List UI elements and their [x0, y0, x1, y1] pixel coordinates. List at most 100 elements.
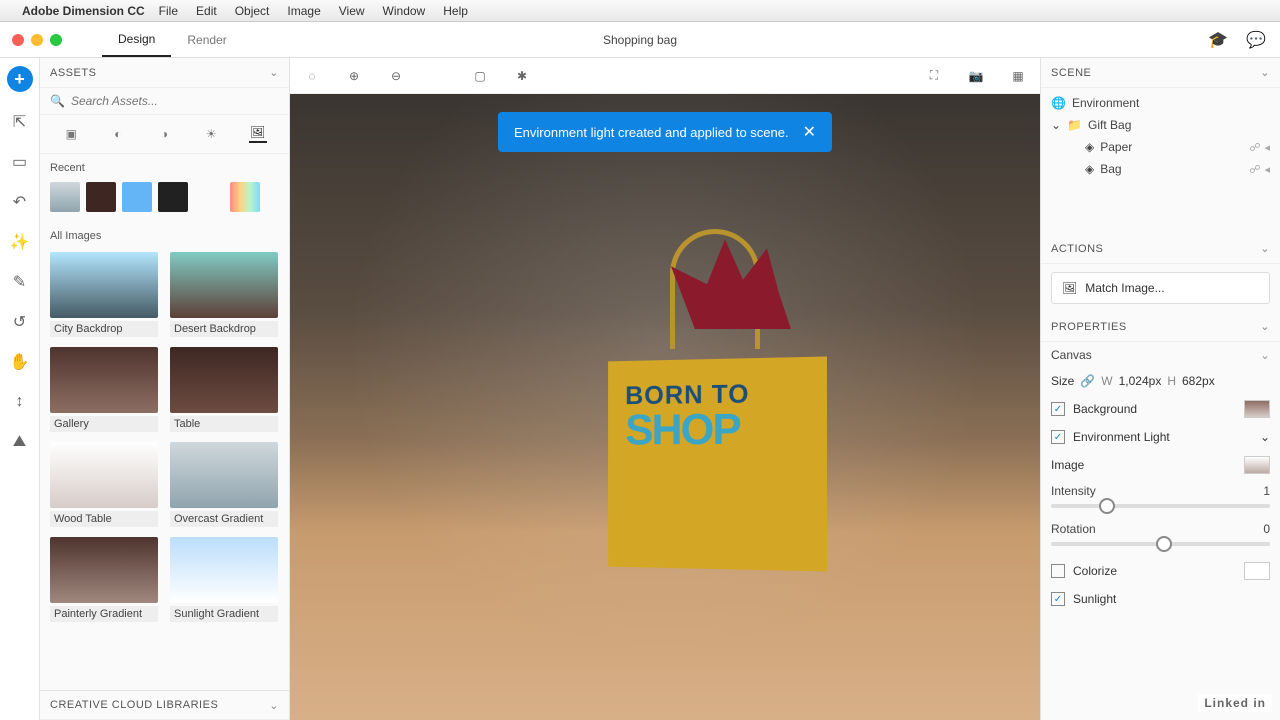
zoom-window[interactable] — [50, 34, 62, 46]
close-window[interactable] — [12, 34, 24, 46]
properties-header-label: Properties — [1051, 321, 1127, 333]
select-mode-icon[interactable]: ◌ — [302, 66, 322, 86]
assets-search[interactable]: 🔍 — [40, 88, 289, 115]
scene-item-environment[interactable]: 🌐 Environment — [1041, 92, 1280, 114]
marquee-tool-icon[interactable]: ▭ — [10, 152, 30, 172]
shopping-bag-model[interactable]: BORN TO SHOP — [605, 269, 825, 569]
menu-edit[interactable]: Edit — [196, 4, 217, 18]
env-image-swatch[interactable] — [1244, 456, 1270, 474]
chevron-down-icon[interactable]: ⌄ — [1260, 320, 1270, 333]
feedback-icon[interactable]: 💬 — [1246, 30, 1266, 50]
materials-tab-icon[interactable]: ◐ — [109, 125, 127, 143]
scene-item-giftbag[interactable]: ⌄ 📁 Gift Bag — [1041, 114, 1280, 136]
rotation-slider[interactable] — [1051, 542, 1270, 546]
chevron-down-icon[interactable]: ⌄ — [269, 66, 279, 79]
chevron-down-icon[interactable]: ⌄ — [1260, 430, 1270, 444]
recent-thumb[interactable] — [50, 182, 80, 212]
cc-libraries-header[interactable]: Creative Cloud Libraries ⌄ — [40, 690, 289, 720]
intensity-slider[interactable] — [1051, 504, 1270, 508]
recent-thumb[interactable] — [158, 182, 188, 212]
sun-tab-icon[interactable]: ☀ — [202, 125, 220, 143]
camera-frame-icon[interactable]: ▢ — [470, 66, 490, 86]
canvas-row[interactable]: Canvas ⌄ — [1041, 342, 1280, 368]
fit-icon[interactable]: ⛶ — [924, 66, 944, 86]
link-icon[interactable]: ☍ — [1249, 141, 1260, 154]
size-row: Size 🔗 W 1,024px H 682px — [1041, 368, 1280, 394]
viewport[interactable]: BORN TO SHOP Environment light created a… — [290, 94, 1040, 720]
render-preview-icon[interactable]: ▦ — [1008, 66, 1028, 86]
horizon-tool-icon[interactable]: ⛰ — [10, 432, 30, 452]
chevron-down-icon[interactable]: ⌄ — [1260, 242, 1270, 255]
toast-message: Environment light created and applied to… — [514, 125, 789, 140]
add-selection-icon[interactable]: ⊕ — [344, 66, 364, 86]
asset-card[interactable]: Table — [170, 347, 278, 432]
minimize-window[interactable] — [31, 34, 43, 46]
menu-help[interactable]: Help — [443, 4, 468, 18]
width-value[interactable]: 1,024px — [1119, 374, 1162, 388]
menu-file[interactable]: File — [159, 4, 178, 18]
rotation-label: Rotation — [1051, 522, 1096, 536]
orbit-tool-icon[interactable]: ↺ — [10, 312, 30, 332]
chevron-down-icon[interactable]: ⌄ — [1260, 66, 1270, 79]
close-icon[interactable]: ✕ — [803, 122, 816, 142]
app-name[interactable]: Adobe Dimension CC — [22, 4, 145, 18]
menu-image[interactable]: Image — [287, 4, 320, 18]
menu-window[interactable]: Window — [383, 4, 426, 18]
dolly-tool-icon[interactable]: ↕ — [10, 392, 30, 412]
height-value[interactable]: 682px — [1182, 374, 1215, 388]
background-checkbox[interactable]: ✓ — [1051, 402, 1065, 416]
lights-tab-icon[interactable]: ◑ — [155, 125, 173, 143]
menu-view[interactable]: View — [339, 4, 365, 18]
linkedin-watermark: Linked in — [1198, 694, 1272, 712]
recent-thumb[interactable] — [230, 182, 260, 212]
menu-object[interactable]: Object — [235, 4, 270, 18]
undo-icon[interactable]: ↶ — [10, 192, 30, 212]
asset-card[interactable]: Sunlight Gradient — [170, 537, 278, 622]
link-icon[interactable]: ☍ — [1249, 163, 1260, 176]
colorize-swatch[interactable] — [1244, 562, 1270, 580]
background-swatch[interactable] — [1244, 400, 1270, 418]
notification-toast: Environment light created and applied to… — [498, 112, 832, 152]
tab-render[interactable]: Render — [171, 22, 242, 57]
recent-thumbs — [40, 178, 289, 222]
colorize-checkbox[interactable]: ✓ — [1051, 564, 1065, 578]
pan-tool-icon[interactable]: ✋ — [10, 352, 30, 372]
asset-card[interactable]: Overcast Gradient — [170, 442, 278, 527]
images-tab-icon[interactable]: 🖼 — [249, 125, 267, 143]
asset-card[interactable]: City Backdrop — [50, 252, 158, 337]
recent-thumb[interactable] — [194, 182, 224, 212]
height-label: H — [1167, 374, 1176, 388]
scene-item-bag[interactable]: ◈ Bag ☍◂ — [1041, 158, 1280, 180]
visibility-icon[interactable]: ◂ — [1264, 163, 1270, 176]
recent-thumb[interactable] — [122, 182, 152, 212]
rendered-scene: BORN TO SHOP — [290, 94, 1040, 720]
sunlight-checkbox[interactable]: ✓ — [1051, 592, 1065, 606]
mode-tabs: Design Render — [102, 22, 243, 57]
eyedropper-icon[interactable]: ✎ — [10, 272, 30, 292]
add-content-button[interactable]: + — [7, 66, 33, 92]
bookmark-icon[interactable]: ✱ — [512, 66, 532, 86]
visibility-icon[interactable]: ◂ — [1264, 141, 1270, 154]
asset-card[interactable]: Wood Table — [50, 442, 158, 527]
learn-icon[interactable]: 🎓 — [1208, 30, 1228, 50]
asset-card[interactable]: Gallery — [50, 347, 158, 432]
link-dimensions-icon[interactable]: 🔗 — [1080, 374, 1095, 388]
recent-thumb[interactable] — [86, 182, 116, 212]
rotation-value[interactable]: 0 — [1263, 522, 1270, 536]
match-image-button[interactable]: 🖼 Match Image... — [1051, 272, 1270, 304]
camera-icon[interactable]: 📷 — [966, 66, 986, 86]
asset-card[interactable]: Painterly Gradient — [50, 537, 158, 622]
search-input[interactable] — [71, 94, 279, 108]
tab-design[interactable]: Design — [102, 22, 171, 57]
select-tool-icon[interactable]: ⇱ — [10, 112, 30, 132]
asset-card[interactable]: Desert Backdrop — [170, 252, 278, 337]
magic-wand-icon[interactable]: ✨ — [10, 232, 30, 252]
scene-item-paper[interactable]: ◈ Paper ☍◂ — [1041, 136, 1280, 158]
chevron-down-icon[interactable]: ⌄ — [1051, 118, 1061, 132]
all-images-label: All Images — [40, 222, 289, 246]
env-light-checkbox[interactable]: ✓ — [1051, 430, 1065, 444]
intensity-value[interactable]: 1 — [1263, 484, 1270, 498]
subtract-selection-icon[interactable]: ⊖ — [386, 66, 406, 86]
image-row: Image — [1041, 450, 1280, 480]
models-tab-icon[interactable]: ▣ — [62, 125, 80, 143]
